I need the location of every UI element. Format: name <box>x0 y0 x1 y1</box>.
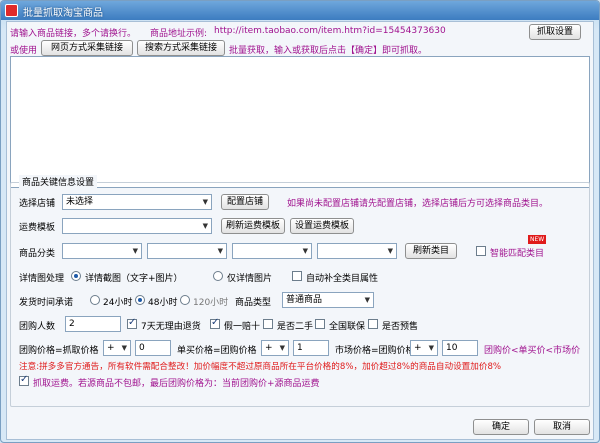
presale-checkbox[interactable] <box>368 319 378 329</box>
single-price-operator-value: + <box>265 343 273 353</box>
group-price-operator-select[interactable]: + ▼ <box>103 340 131 356</box>
config-store-button[interactable]: 配置店铺 <box>221 194 269 210</box>
second-hand-checkbox[interactable] <box>263 319 273 329</box>
smart-match-label: 智能匹配类目 <box>490 249 545 259</box>
group-price-formula-label: 团购价格=抓取价格 <box>19 346 99 356</box>
price-rule-hint: 团购价<单买价<市场价 <box>484 346 581 356</box>
single-price-operator-select[interactable]: + ▼ <box>261 340 289 356</box>
new-badge: NEW <box>528 235 547 244</box>
no-reason-return-checkbox[interactable] <box>127 317 137 329</box>
category-label: 商品分类 <box>19 249 56 259</box>
category-select-level3[interactable]: ▼ <box>232 243 312 259</box>
chevron-down-icon: ▼ <box>428 344 434 352</box>
store-label: 选择店铺 <box>19 199 56 209</box>
market-price-operator-select[interactable]: + ▼ <box>410 340 438 356</box>
chevron-down-icon: ▼ <box>202 222 208 230</box>
market-price-value-input[interactable]: 10 <box>442 340 478 356</box>
detail-images-radio[interactable] <box>213 271 223 281</box>
web-collect-link-button[interactable]: 网页方式采集链接 <box>41 40 133 56</box>
ship-48h-radio[interactable] <box>135 295 145 305</box>
no-reason-return-label: 7天无理由退货 <box>141 322 201 332</box>
dialog-window: 批量抓取淘宝商品 请输入商品链接，多个请换行。 商品地址示例: http://i… <box>0 0 600 443</box>
group-price-value-input[interactable]: 0 <box>135 340 171 356</box>
window-title: 批量抓取淘宝商品 <box>23 8 103 19</box>
chevron-down-icon: ▼ <box>217 247 223 255</box>
chevron-down-icon: ▼ <box>132 247 138 255</box>
single-price-value-input[interactable]: 1 <box>293 340 329 356</box>
ok-button[interactable]: 确定 <box>473 419 529 435</box>
single-price-formula-label: 单买价格=团购价格 <box>177 346 257 356</box>
chevron-down-icon: ▼ <box>364 296 370 304</box>
input-instruction: 请输入商品链接，多个请换行。 <box>10 29 137 39</box>
app-icon <box>5 4 18 17</box>
refresh-shipping-template-button[interactable]: 刷新运费模板 <box>221 218 285 234</box>
category-select-level4[interactable]: ▼ <box>317 243 397 259</box>
fake-compensate-checkbox[interactable] <box>210 317 220 329</box>
shipping-template-select[interactable]: ▼ <box>62 218 212 234</box>
refresh-category-button[interactable]: 刷新类目 <box>405 243 457 259</box>
title-bar: 批量抓取淘宝商品 <box>1 1 599 20</box>
capture-freight-label: 抓取运费。若源商品不包邮，最后团购价格为：当前团购价+源商品运费 <box>33 379 320 389</box>
chevron-down-icon: ▼ <box>279 344 285 352</box>
category-select-level1[interactable]: ▼ <box>62 243 142 259</box>
presale-label: 是否预售 <box>382 322 419 332</box>
fake-compensate-label: 假一赔十 <box>224 322 261 332</box>
detail-image-label: 详情图处理 <box>19 274 65 284</box>
ship-120h-label: 120小时 <box>193 298 229 308</box>
ship-time-label: 发货时间承诺 <box>19 298 74 308</box>
store-select[interactable]: 未选择 ▼ <box>62 194 212 210</box>
chevron-down-icon: ▼ <box>387 247 393 255</box>
chevron-down-icon: ▼ <box>121 344 127 352</box>
store-select-value: 未选择 <box>66 197 94 207</box>
capture-settings-button[interactable]: 抓取设置 <box>529 24 581 40</box>
dialog-client-area: 请输入商品链接，多个请换行。 商品地址示例: http://item.taoba… <box>6 21 594 440</box>
search-collect-link-button[interactable]: 搜索方式采集链接 <box>137 40 225 56</box>
detail-full-radio[interactable] <box>71 271 81 281</box>
key-info-group-title: 商品关键信息设置 <box>19 175 98 188</box>
or-use-label: 或使用 <box>10 46 38 56</box>
store-hint: 如果尚未配置店铺请先配置店铺，选择店铺后方可选择商品类目。 <box>287 199 549 209</box>
ship-120h-radio[interactable] <box>180 295 190 305</box>
detail-images-label: 仅详情图片 <box>227 274 273 284</box>
ship-48h-label: 48小时 <box>148 298 178 308</box>
national-warranty-checkbox[interactable] <box>315 319 325 329</box>
chevron-down-icon: ▼ <box>302 247 308 255</box>
ship-24h-radio[interactable] <box>90 295 100 305</box>
product-links-textarea[interactable] <box>10 56 590 188</box>
group-price-operator-value: + <box>107 343 115 353</box>
market-price-operator-value: + <box>414 343 422 353</box>
example-label: 商品地址示例: <box>150 29 208 39</box>
example-url: http://item.taobao.com/item.htm?id=15454… <box>214 26 446 36</box>
ship-24h-label: 24小时 <box>103 298 133 308</box>
product-type-value: 普通商品 <box>286 295 323 305</box>
chevron-down-icon: ▼ <box>202 198 208 206</box>
auto-complete-attrs-label: 自动补全类目属性 <box>306 274 379 284</box>
second-hand-label: 是否二手 <box>277 322 314 332</box>
product-type-label: 商品类型 <box>235 298 272 308</box>
auto-complete-attrs-checkbox[interactable] <box>292 271 302 281</box>
category-select-level2[interactable]: ▼ <box>147 243 227 259</box>
capture-freight-checkbox[interactable] <box>19 374 29 386</box>
group-buy-count-input[interactable]: 2 <box>65 316 121 332</box>
smart-match-checkbox[interactable] <box>476 246 486 256</box>
product-type-select[interactable]: 普通商品 ▼ <box>282 292 374 308</box>
batch-hint: 批量获取，输入或获取后点击【确定】即可抓取。 <box>229 46 428 56</box>
shipping-template-label: 运费模板 <box>19 223 56 233</box>
national-warranty-label: 全国联保 <box>329 322 366 332</box>
cancel-button[interactable]: 取消 <box>534 419 590 435</box>
group-buy-count-label: 团购人数 <box>19 322 56 332</box>
pinduoduo-notice: 注意:拼多多官方通告，所有软件需配合整改！加价幅度不超过原商品所在平台价格的8%… <box>19 362 502 372</box>
market-price-formula-label: 市场价格=团购价格 <box>335 346 415 356</box>
detail-full-label: 详情截图（文字+图片） <box>85 274 183 284</box>
set-shipping-template-button[interactable]: 设置运费模板 <box>290 218 354 234</box>
